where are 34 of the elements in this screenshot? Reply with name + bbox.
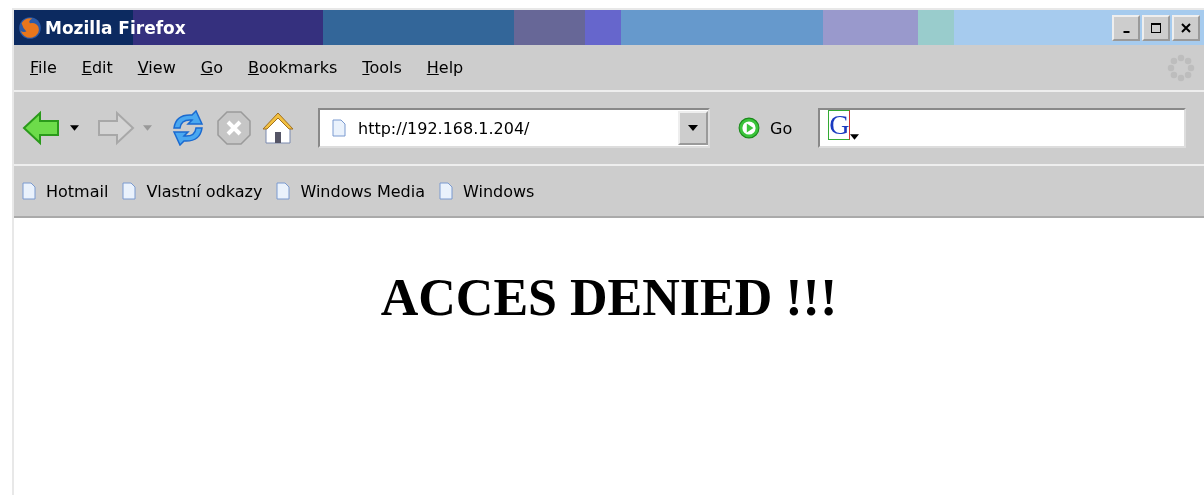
page-icon [22,182,36,200]
menu-item[interactable]: Bookmarks [239,58,350,77]
page-heading: ACCES DENIED !!! [380,268,838,327]
home-button[interactable] [260,110,296,146]
page-icon [439,182,453,200]
caret-icon[interactable] [850,134,860,140]
minimize-icon [1122,30,1130,33]
caret-icon [688,125,698,131]
dropdown-caret-icon[interactable] [70,125,79,131]
close-button[interactable] [1172,14,1200,41]
page-icon [332,119,346,137]
maximize-icon [1151,22,1161,33]
search-field[interactable]: G [818,108,1187,148]
window-title: Mozilla Firefox [45,17,186,38]
address-bar[interactable]: http://192.168.1.204/ [318,108,710,148]
search-engine-icon[interactable]: G [828,110,851,140]
page-icon [276,182,291,200]
menu-item[interactable]: Help [418,58,476,77]
bookmark-item[interactable]: Hotmail [22,181,109,201]
maximize-button[interactable] [1142,14,1170,41]
go-button[interactable]: Go [732,116,799,140]
play-icon [738,117,760,139]
bookmark-item[interactable]: Vlastní odkazy [122,181,263,201]
bookmark-item[interactable]: Windows [439,181,535,201]
menu-item[interactable]: Go [192,58,235,77]
menu-item[interactable]: Edit [73,58,125,77]
dropdown-button[interactable] [678,111,708,145]
bookmark-item[interactable]: Windows Media [276,181,425,201]
fox-globe-icon [18,15,42,40]
menu-item[interactable]: File [22,58,69,77]
menu-item[interactable]: Tools [354,58,414,77]
page-icon [122,182,137,200]
menu-item[interactable]: View [129,58,188,77]
close-icon [1181,22,1191,33]
